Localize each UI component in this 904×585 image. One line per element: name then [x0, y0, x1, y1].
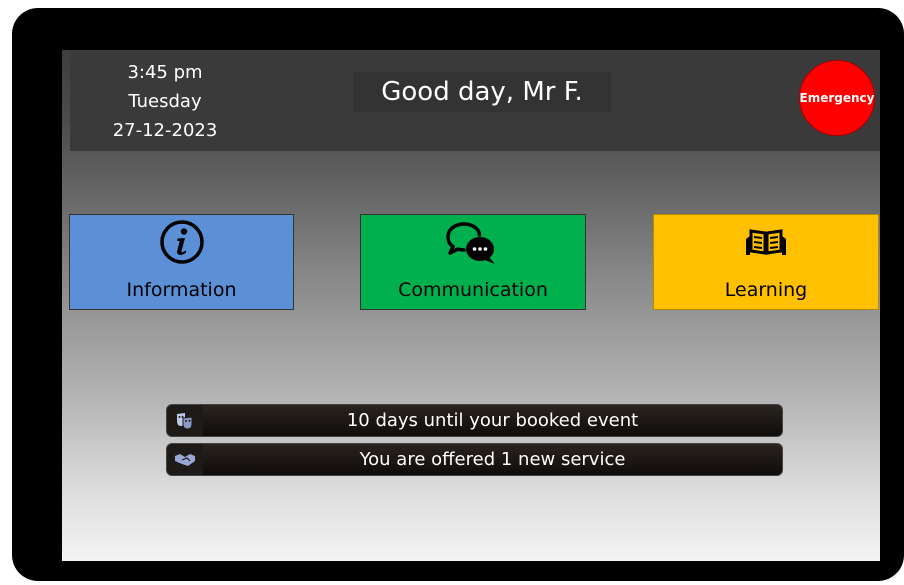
weekday: Tuesday	[128, 91, 202, 112]
notification-event[interactable]: 10 days until your booked event	[166, 404, 783, 437]
header-bar: 3:45 pm Tuesday 27-12-2023 Good day, Mr …	[70, 50, 880, 151]
chat-bubbles-icon	[361, 219, 585, 265]
info-icon	[70, 219, 293, 265]
notification-text: You are offered 1 new service	[359, 449, 626, 470]
information-label: Information	[126, 279, 237, 301]
datetime-display: 3:45 pm Tuesday 27-12-2023	[75, 58, 255, 145]
information-tile[interactable]: Information	[69, 214, 294, 310]
communication-label: Communication	[398, 279, 548, 301]
open-book-icon	[654, 219, 878, 265]
tablet-frame: 3:45 pm Tuesday 27-12-2023 Good day, Mr …	[12, 8, 904, 581]
learning-label: Learning	[724, 279, 808, 301]
notification-text: 10 days until your booked event	[346, 410, 639, 431]
date: 27-12-2023	[112, 120, 218, 141]
communication-tile[interactable]: Communication	[360, 214, 586, 310]
clock-time: 3:45 pm	[127, 62, 203, 83]
learning-tile[interactable]: Learning	[653, 214, 879, 310]
greeting-text: Good day, Mr F.	[353, 72, 611, 112]
notification-service[interactable]: You are offered 1 new service	[166, 443, 783, 476]
emergency-button[interactable]: Emergency	[799, 60, 875, 136]
handshake-icon	[167, 444, 203, 475]
home-screen: 3:45 pm Tuesday 27-12-2023 Good day, Mr …	[62, 50, 880, 561]
theater-masks-icon	[167, 405, 203, 436]
